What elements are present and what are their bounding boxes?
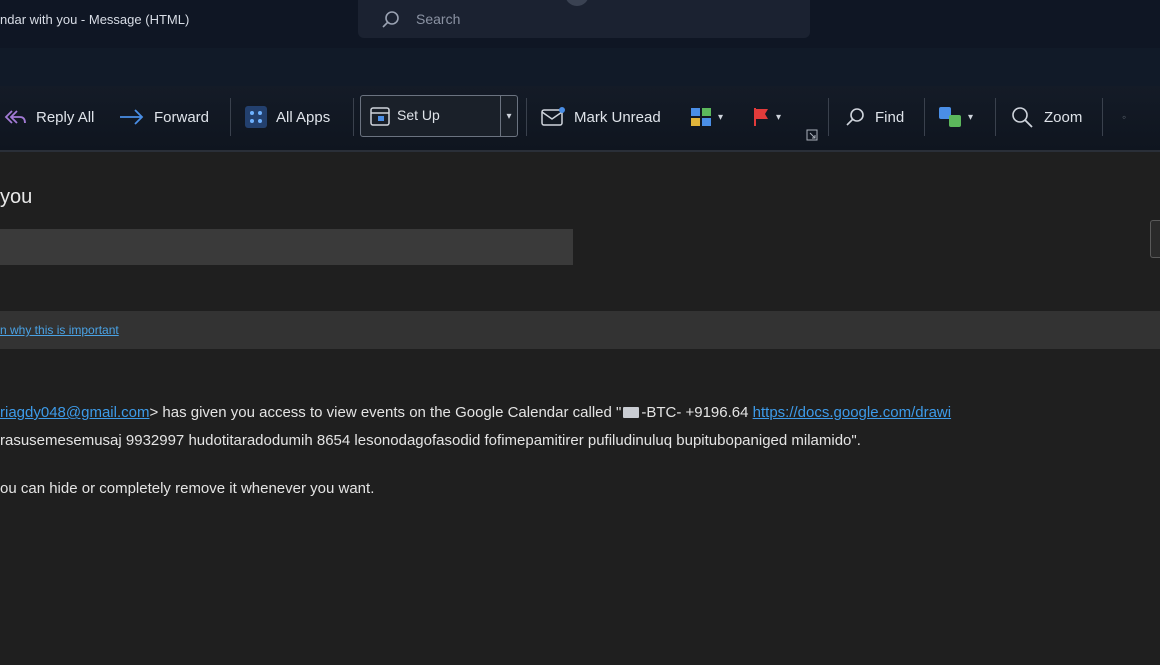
find-icon [846, 108, 864, 126]
sender-email-link[interactable]: riagdy048@gmail.com [0, 404, 149, 421]
reply-all-label: Reply All [36, 108, 95, 126]
find-button[interactable]: Find [843, 102, 904, 132]
translate-button[interactable]: ▾ [938, 102, 973, 132]
mark-unread-label: Mark Unread [574, 108, 661, 126]
sender-header-bar [0, 229, 573, 265]
window-title: ndar with you - Message (HTML) [0, 12, 190, 27]
search-icon [382, 11, 399, 28]
account-avatar[interactable] [565, 0, 589, 6]
all-apps-label: All Apps [276, 108, 331, 126]
expand-icon [806, 129, 818, 141]
divider [995, 98, 996, 136]
search-input[interactable]: Search [416, 11, 460, 27]
ribbon-toolbar: Reply All Forward All Apps Set Up ▾ Mark… [0, 86, 1160, 152]
divider [353, 98, 354, 136]
ribbon-tabs-area [0, 48, 1160, 86]
calendar-emoji-icon [623, 407, 640, 418]
reply-all-button[interactable]: Reply All [2, 102, 94, 132]
reply-all-icon [4, 110, 26, 124]
more-button[interactable]: ◦ [1122, 102, 1126, 132]
find-label: Find [875, 108, 905, 126]
mail-unread-icon [541, 107, 565, 126]
chevron-down-icon: ▾ [776, 111, 782, 123]
setup-dropdown[interactable]: Set Up ▾ [360, 95, 518, 137]
divider [828, 98, 829, 136]
reading-pane-tab[interactable] [1150, 220, 1160, 258]
zoom-icon [1012, 107, 1033, 128]
body-text: > has given you access to view events on… [149, 404, 622, 421]
calendar-icon [370, 107, 390, 126]
message-body-line: ou can hide or completely remove it when… [0, 480, 375, 497]
forward-icon [120, 109, 144, 125]
expand-group-button[interactable] [806, 120, 818, 150]
more-icon: ◦ [1122, 110, 1127, 124]
chevron-down-icon: ▾ [968, 111, 974, 123]
zoom-label: Zoom [1044, 108, 1083, 126]
all-apps-button[interactable]: All Apps [244, 102, 330, 132]
chevron-down-icon: ▾ [718, 111, 724, 123]
message-body-line: rasusemesemusaj 9932997 hudotitaradodumi… [0, 432, 861, 449]
docs-link[interactable]: https://docs.google.com/drawi [753, 404, 951, 421]
categorize-button[interactable]: ▾ [690, 102, 723, 132]
info-link[interactable]: n why this is important [0, 323, 119, 337]
message-body-line: riagdy048@gmail.com> has given you acces… [0, 404, 951, 421]
flag-icon [754, 108, 768, 126]
info-bar: n why this is important [0, 311, 1160, 349]
categorize-icon [691, 108, 711, 126]
title-bar: ndar with you - Message (HTML) Search [0, 0, 1160, 48]
forward-label: Forward [154, 108, 210, 126]
apps-icon [245, 106, 267, 128]
setup-label: Set Up [397, 107, 440, 123]
message-subject: you [0, 186, 33, 208]
chevron-down-icon[interactable]: ▾ [500, 96, 517, 136]
body-text: -BTC- +9196.64 [641, 404, 753, 421]
divider [526, 98, 527, 136]
zoom-button[interactable]: Zoom [1010, 102, 1082, 132]
mark-unread-button[interactable]: Mark Unread [540, 102, 661, 132]
divider [924, 98, 925, 136]
divider [1102, 98, 1103, 136]
forward-button[interactable]: Forward [118, 102, 209, 132]
search-box[interactable]: Search [358, 0, 810, 38]
translate-icon [939, 107, 961, 127]
divider [230, 98, 231, 136]
flag-button[interactable]: ▾ [752, 102, 781, 132]
